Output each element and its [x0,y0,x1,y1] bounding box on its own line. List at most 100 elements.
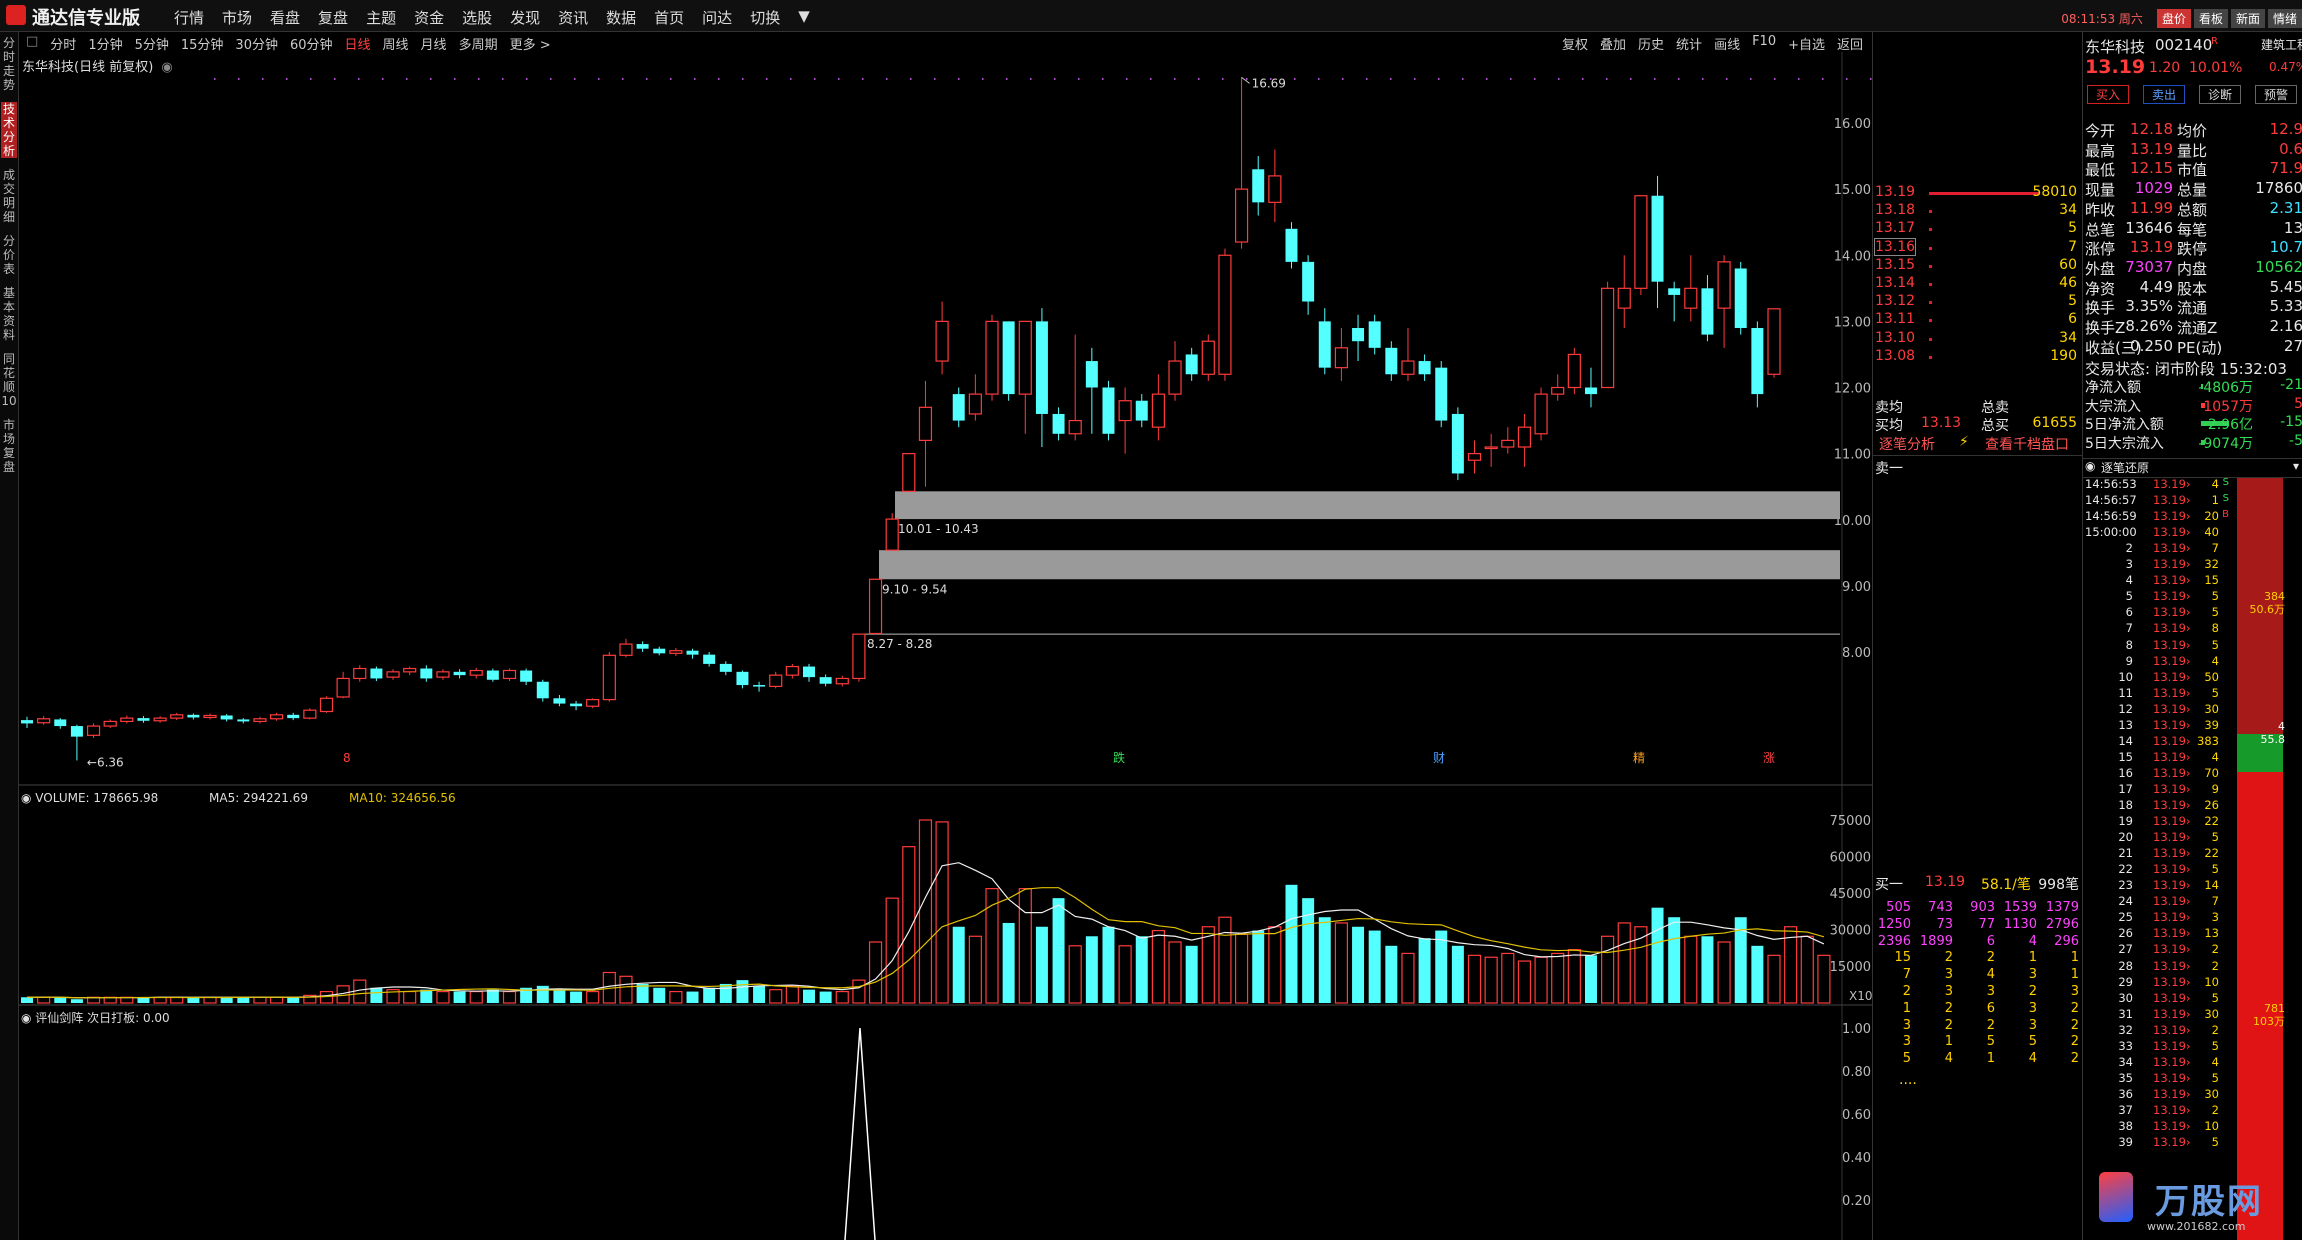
kline-chart[interactable]: 16.0015.0014.0013.0012.0011.0010.009.008… [19,52,1872,1240]
queue-cell: 1539 [2003,900,2037,915]
event-mark[interactable]: 精 [1633,751,1645,765]
tool-button[interactable]: +自选 [1782,34,1831,53]
tool-button[interactable]: 复权 [1556,34,1594,53]
sell-volume: 5 [2068,293,2077,310]
stat-row: 最高 13.19 量比 0.6 [2083,140,2302,160]
event-mark[interactable]: 财 [1433,751,1445,765]
ticks-header[interactable]: ◉ 逐笔还原 ▾ [2083,458,2302,478]
ticks-dropdown-icon[interactable]: ▾ [2293,459,2299,473]
menu-item[interactable]: 问达 [693,7,741,28]
menu-item[interactable]: 选股 [453,7,501,28]
tool-button[interactable]: 返回 [1831,34,1869,53]
trade-button[interactable]: 预警 [2255,85,2298,104]
menu-item[interactable]: 行情 [165,7,213,28]
price-axis-label: 15.00 [1834,183,1871,198]
menu-item[interactable]: 数据 [597,7,645,28]
period-square-icon[interactable]: □ [20,34,44,53]
menu-item[interactable]: 首页 [645,7,693,28]
sell-level[interactable]: 13.15 60 [1873,257,2083,275]
left-tab[interactable]: 成交明细 [1,168,17,224]
candle-body [370,668,383,679]
candle-body [1285,228,1298,262]
sell-level[interactable]: 13.18 34 [1873,202,2083,220]
menu-item[interactable]: 资讯 [549,7,597,28]
queue-cell: 1 [2070,950,2079,966]
sell-level[interactable]: 13.12 5 [1873,293,2083,311]
marker-dot [862,78,864,80]
period-tab[interactable]: 5分钟 [129,34,175,53]
period-tab[interactable]: 日线 [339,34,377,53]
sell-level[interactable]: 13.08 190 [1873,348,2083,366]
trade-button[interactable]: 诊断 [2199,85,2242,104]
depth-link[interactable]: 查看千档盘口 [1985,434,2069,454]
left-tab[interactable]: 分价表 [1,234,17,276]
top-button[interactable]: 新面 [2230,9,2265,28]
period-tab[interactable]: 15分钟 [175,34,230,53]
ticks-settings-icon[interactable]: ◉ [2085,459,2095,473]
queue-cell: 1130 [2003,916,2037,932]
tool-button[interactable]: 历史 [1632,34,1670,53]
trade-button[interactable]: 买入 [2087,85,2130,104]
top-button[interactable]: 看板 [2193,9,2228,28]
tool-button[interactable]: 统计 [1670,34,1708,53]
volume-bar [170,996,184,1004]
volume-bar [686,991,699,1003]
left-tab[interactable]: 分时走势 [1,36,17,92]
candle-body [253,718,267,723]
sell-level[interactable]: 13.14 46 [1873,275,2083,293]
tick-analysis-link[interactable]: 逐笔分析 [1879,434,1935,454]
menu-item[interactable]: 主题 [357,7,405,28]
sell-level[interactable]: 13.10 34 [1873,330,2083,348]
menu-item[interactable]: 资金 [405,7,453,28]
left-tab[interactable]: 基本资料 [1,286,17,342]
period-tab[interactable]: 更多 > [504,34,557,53]
sell-level[interactable]: 13.17 5 [1873,220,2083,238]
event-mark[interactable]: 跌 [1113,750,1125,765]
event-mark[interactable]: 8 [343,751,351,765]
period-tab[interactable]: 月线 [415,34,453,53]
left-tab[interactable]: 市场复盘 [1,418,17,474]
period-tab[interactable]: 周线 [377,34,415,53]
tick-row: 14:56:53 13.19› 4 S [2083,477,2302,493]
period-tab[interactable]: 1分钟 [82,34,128,53]
stat-value: 12.9 [2269,120,2302,138]
sell-level[interactable]: 13.19 58010 [1873,184,2083,202]
menu-item[interactable]: 发现 [501,7,549,28]
menu-item[interactable]: ▼ [789,7,819,28]
sell-level[interactable]: 13.11 6 [1873,311,2083,329]
trade-button[interactable]: 卖出 [2143,85,2186,104]
volume-bar [935,821,949,1004]
period-tab[interactable]: 多周期 [453,34,504,53]
left-tab[interactable]: 同花顺10 [1,352,17,408]
volume-bar [719,983,732,1003]
volume-bar [1751,945,1764,1003]
menu-item[interactable]: 看盘 [261,7,309,28]
tick-row: 31 13.19› 30 [2083,1007,2302,1023]
tool-button[interactable]: 画线 [1708,34,1746,53]
flow-value: 1057万 [2203,398,2253,415]
marker-dot [1390,78,1392,80]
sell-total-label: 总卖 [1981,400,2009,416]
sell-level[interactable]: 13.16 7 [1873,237,2083,257]
period-tab[interactable]: 分时 [44,34,82,53]
menu-item[interactable]: 市场 [213,7,261,28]
tool-button[interactable]: 叠加 [1594,34,1632,53]
tick-time: 15:00:00 [2085,525,2137,540]
bid1-row[interactable]: 买一 13.19 58.1/笔 998笔 [1873,874,2083,893]
price-axis-label: 9.00 [1842,580,1871,595]
menu-item[interactable]: 复盘 [309,7,357,28]
left-tab[interactable]: 技术分析 [1,102,17,158]
tool-button[interactable]: F10 [1746,34,1782,53]
top-button[interactable]: 盘价 [2156,9,2191,28]
queue-more[interactable]: .... [1873,1072,2083,1090]
volume-bar [1551,952,1565,1004]
event-mark[interactable]: 涨 [1763,750,1775,765]
period-tab[interactable]: 60分钟 [284,34,339,53]
menu-item[interactable]: 切换 [741,7,789,28]
period-tab[interactable]: 30分钟 [229,34,284,53]
queue-cell: 2 [1902,984,1911,999]
volume-bar [1517,960,1532,1004]
top-button[interactable]: 情绪 [2267,9,2302,28]
tick-volume: 5 [2211,830,2219,845]
stat-label: 流通Z [2177,319,2218,337]
